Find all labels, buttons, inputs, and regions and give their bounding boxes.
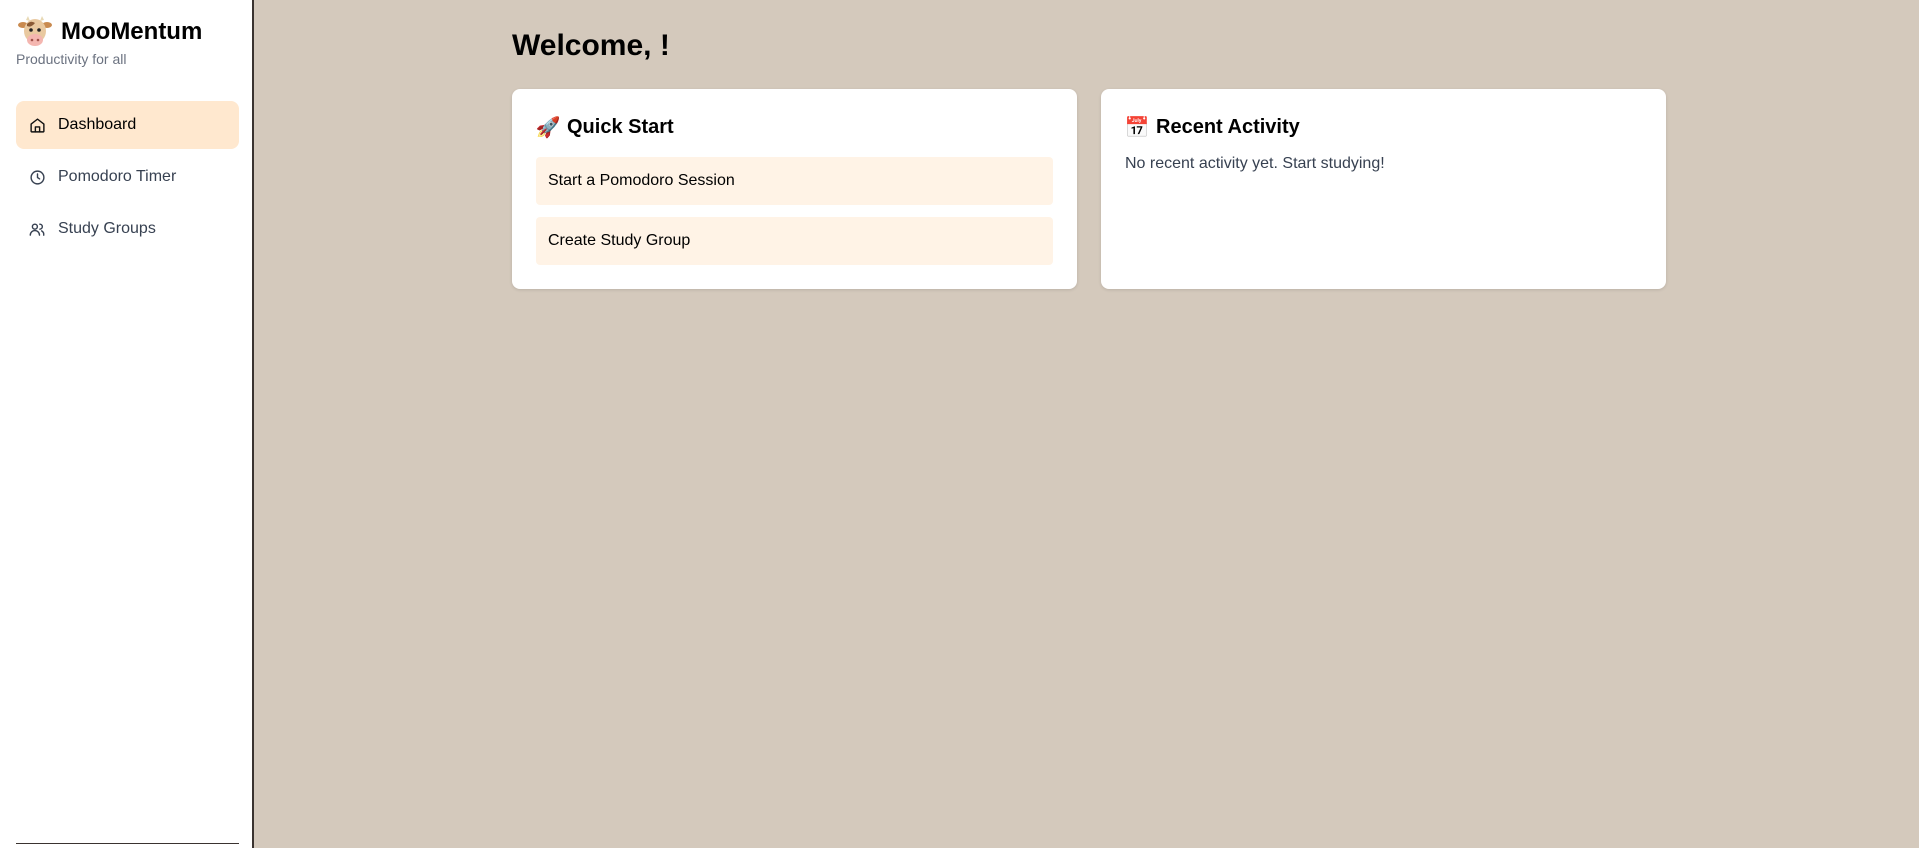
- users-icon: [28, 220, 46, 238]
- home-icon: [28, 116, 46, 134]
- quick-start-card: 🚀 Quick Start Start a Pomodoro Session C…: [512, 89, 1077, 289]
- sidebar-item-label: Study Groups: [58, 220, 156, 237]
- app-tagline: Productivity for all: [16, 51, 127, 67]
- card-title: 🚀 Quick Start: [536, 113, 1053, 141]
- calendar-icon: 📅: [1124, 116, 1150, 139]
- cow-icon: [16, 14, 54, 50]
- recent-activity-card: 📅 Recent Activity No recent activity yet…: [1101, 89, 1666, 289]
- sidebar-item-label: Pomodoro Timer: [58, 168, 177, 185]
- empty-state-text: No recent activity yet. Start studying!: [1125, 155, 1385, 172]
- rocket-icon: 🚀: [535, 116, 561, 139]
- app-name: MooMentum: [61, 18, 203, 45]
- sidebar-item-pomodoro-timer[interactable]: Pomodoro Timer: [16, 153, 239, 201]
- sidebar-item-study-groups[interactable]: Study Groups: [16, 205, 239, 253]
- brand[interactable]: MooMentum: [16, 14, 202, 50]
- sidebar-nav: Dashboard Pomodoro Timer Study Groups: [16, 101, 239, 257]
- start-pomodoro-button[interactable]: Start a Pomodoro Session: [536, 157, 1053, 205]
- sidebar-footer-divider: [16, 843, 239, 844]
- main-content: Welcome, ! 🚀 Quick Start Start a Pomodor…: [512, 26, 1666, 289]
- page-title: Welcome, !: [512, 29, 670, 62]
- card-title: 📅 Recent Activity: [1125, 113, 1642, 141]
- create-study-group-button[interactable]: Create Study Group: [536, 217, 1053, 265]
- sidebar: MooMentum Productivity for all Dashboard…: [0, 0, 254, 848]
- dashboard-cards: 🚀 Quick Start Start a Pomodoro Session C…: [512, 89, 1666, 289]
- clock-icon: [28, 168, 46, 186]
- sidebar-item-label: Dashboard: [58, 116, 137, 133]
- card-title-text: Recent Activity: [1156, 115, 1300, 138]
- card-title-text: Quick Start: [567, 115, 674, 138]
- sidebar-item-dashboard[interactable]: Dashboard: [16, 101, 239, 149]
